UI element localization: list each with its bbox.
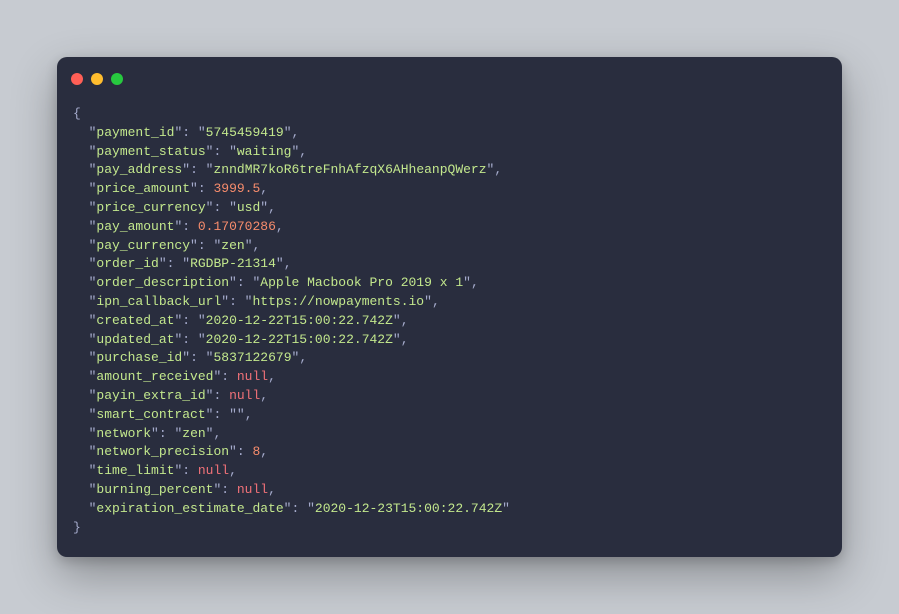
json-code-block: { "payment_id": "5745459419", "payment_s…	[57, 89, 842, 557]
code-window: { "payment_id": "5745459419", "payment_s…	[57, 57, 842, 557]
zoom-icon[interactable]	[111, 73, 123, 85]
close-icon[interactable]	[71, 73, 83, 85]
window-titlebar	[57, 57, 842, 89]
minimize-icon[interactable]	[91, 73, 103, 85]
